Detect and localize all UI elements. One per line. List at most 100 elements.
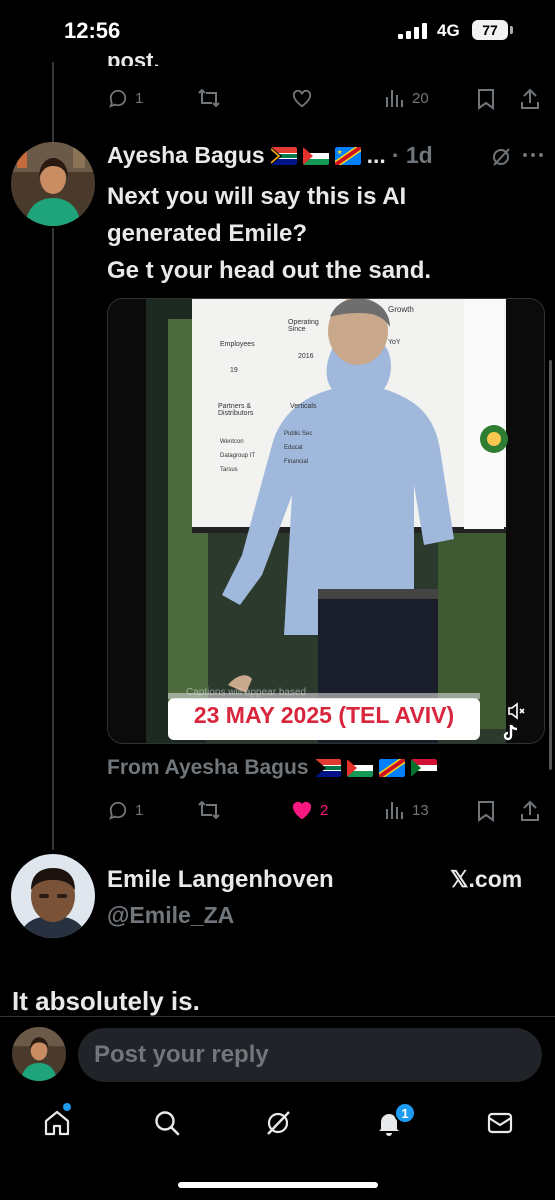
bookmark-button[interactable] — [476, 88, 496, 110]
from-attribution[interactable]: From Ayesha Bagus — [107, 756, 437, 780]
status-time: 12:56 — [64, 18, 121, 43]
flag-south-africa-icon — [270, 146, 297, 165]
like-button[interactable] — [290, 88, 314, 108]
share-button[interactable] — [520, 800, 540, 822]
slide-header: Operating Since — [288, 319, 319, 333]
tab-messages[interactable] — [485, 1108, 515, 1138]
reply-button[interactable]: 1 — [107, 800, 143, 820]
my-avatar-image — [12, 1027, 66, 1081]
quoted-text: It absolutely is. — [12, 986, 200, 1016]
bookmark-icon — [478, 801, 494, 822]
flag-south-africa-icon — [314, 759, 341, 777]
scrollbar[interactable] — [549, 360, 552, 770]
share-icon — [521, 800, 539, 821]
slide-label: Verticals — [290, 403, 317, 410]
views-button[interactable]: 13 — [384, 800, 429, 820]
reply-icon — [109, 89, 127, 108]
reply-button[interactable]: 1 — [107, 88, 143, 108]
flag-palestine-icon — [346, 759, 373, 777]
slide-list-item: Tarsus — [220, 467, 238, 473]
slide-value: 2016 — [298, 353, 314, 360]
repost-button[interactable] — [197, 88, 221, 108]
flag-sudan-icon — [410, 759, 437, 777]
name-ellipsis: ... — [366, 142, 386, 168]
quoted-author-name[interactable]: Emile Langenhoven — [107, 866, 334, 894]
author-name[interactable]: Ayesha Bagus — [107, 142, 265, 169]
slide-value: 19 — [230, 367, 238, 374]
slide-list-item: Educat — [284, 445, 303, 451]
quoted-avatar[interactable] — [11, 854, 95, 938]
grok-icon — [267, 1111, 290, 1135]
mute-icon[interactable] — [506, 701, 526, 721]
slide-list-item: Datagroup IT — [220, 453, 256, 459]
thread-line — [52, 228, 54, 850]
source-label[interactable]: 𝕏.com — [450, 866, 522, 893]
repost-icon — [198, 88, 220, 108]
flag-drc-icon: ★ — [334, 146, 361, 165]
captions-overlay: Captions will appear based — [186, 687, 307, 698]
home-indicator — [178, 1182, 378, 1188]
slide-header: Growth — [388, 305, 414, 314]
home-unread-dot — [63, 1103, 71, 1111]
battery-icon: 77 — [472, 20, 508, 40]
tab-home[interactable] — [42, 1103, 72, 1138]
flag-palestine-icon — [302, 146, 329, 165]
tweet-header: Ayesha Bagus ★ ... · 1d — [107, 142, 433, 169]
slide-list-item: Financial — [284, 459, 309, 465]
views-icon — [386, 90, 403, 107]
views-count: 13 — [412, 801, 429, 819]
reply-count: 1 — [135, 89, 144, 107]
slide-header: Employees — [220, 341, 255, 348]
slide-list: Wentcon Datagroup IT Tarsus — [220, 435, 255, 477]
avatar-image — [11, 142, 95, 226]
slide-list-item: Public Sec — [284, 431, 313, 437]
tab-notifications[interactable]: 1 — [374, 1102, 416, 1138]
video-player[interactable]: Employees Operating Since Growth 19 2016… — [107, 298, 545, 744]
tweet-line: Ge t your head out the sand. — [107, 257, 432, 284]
slide-label: Partners & Distributors — [218, 403, 254, 417]
signal-icon — [398, 23, 427, 39]
tab-search[interactable] — [152, 1108, 182, 1138]
like-button[interactable]: 2 — [290, 800, 328, 820]
search-icon — [155, 1111, 180, 1136]
tweet-line: generated Emile? — [107, 220, 308, 247]
reply-icon — [109, 801, 127, 820]
previous-tweet-text: post. — [107, 48, 160, 66]
bookmark-button[interactable] — [476, 800, 496, 822]
more-icon[interactable] — [522, 152, 544, 158]
tweet-line: Next you will say this is AI — [107, 183, 407, 210]
bookmark-icon — [478, 89, 494, 110]
flag-drc-icon — [378, 759, 405, 777]
like-count: 2 — [320, 801, 329, 819]
status-bar: 12:56 4G 77 — [0, 0, 555, 62]
battery-tip — [510, 26, 513, 34]
tab-grok[interactable] — [263, 1108, 293, 1138]
tiktok-logo-icon — [503, 724, 518, 741]
date-banner: 23 MAY 2025 (TEL AVIV) — [193, 702, 455, 728]
thread-line — [52, 62, 54, 142]
video-frame — [108, 299, 544, 743]
views-button[interactable]: 20 — [384, 88, 429, 108]
grok-icon[interactable] — [490, 146, 512, 168]
my-avatar[interactable] — [12, 1027, 66, 1081]
network-label: 4G — [437, 21, 460, 40]
tweet-time[interactable]: · 1d — [392, 142, 433, 169]
share-button[interactable] — [520, 88, 540, 110]
slide-value: YoY — [388, 339, 401, 346]
slide-list: Public Sec Educat Financial — [284, 427, 312, 469]
slide-list-item: Wentcon — [220, 439, 244, 445]
repost-button[interactable] — [197, 800, 221, 820]
repost-icon — [198, 800, 220, 820]
from-label: From Ayesha Bagus — [107, 756, 309, 779]
heart-icon — [292, 89, 312, 108]
heart-filled-icon — [292, 801, 312, 820]
reply-input[interactable]: Post your reply — [78, 1028, 542, 1082]
notifications-badge: 1 — [394, 1102, 416, 1124]
home-icon — [44, 1110, 70, 1136]
quoted-author-handle[interactable]: @Emile_ZA — [107, 902, 234, 929]
mail-icon — [487, 1112, 513, 1134]
reply-count: 1 — [135, 801, 144, 819]
avatar[interactable] — [11, 142, 95, 226]
views-count: 20 — [412, 89, 429, 107]
quoted-avatar-image — [11, 854, 95, 938]
